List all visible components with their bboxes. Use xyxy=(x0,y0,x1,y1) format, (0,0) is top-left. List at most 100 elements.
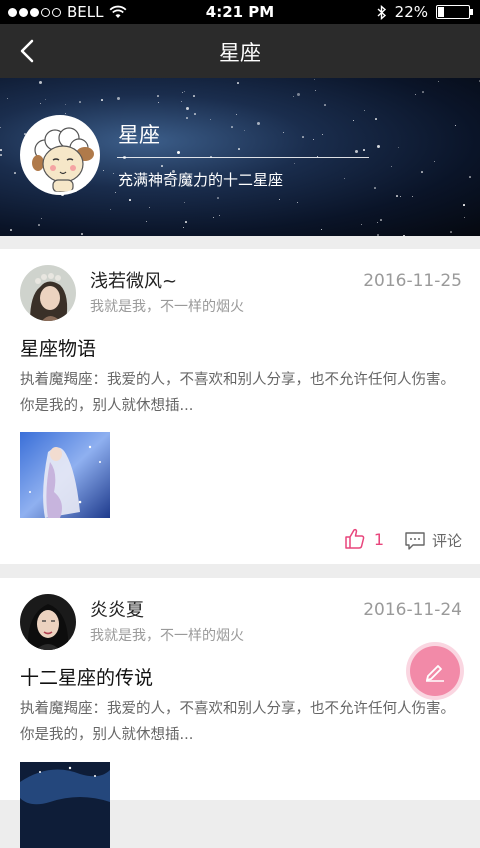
star xyxy=(193,95,195,97)
star xyxy=(184,91,185,92)
star xyxy=(103,170,104,171)
author-name[interactable]: 炎炎夏 xyxy=(90,596,144,622)
post-title[interactable]: 十二星座的传说 xyxy=(20,663,153,690)
post-date: 2016-11-25 xyxy=(363,271,462,291)
star xyxy=(297,93,300,96)
author-avatar[interactable] xyxy=(20,594,76,650)
star xyxy=(421,171,423,173)
star xyxy=(415,94,416,95)
star xyxy=(185,221,187,223)
star xyxy=(438,81,439,82)
portrait-woman-flower-icon xyxy=(20,265,76,321)
star xyxy=(314,79,315,80)
post-thumbnail[interactable] xyxy=(20,762,110,848)
star xyxy=(79,101,81,103)
star xyxy=(186,117,188,119)
zodiac-girl-image xyxy=(20,432,110,518)
star xyxy=(157,95,159,97)
banner-divider xyxy=(117,157,369,158)
zodiac-night-image xyxy=(20,762,110,848)
star xyxy=(361,224,362,225)
author-name[interactable]: 浅若微风~ xyxy=(90,267,177,293)
star xyxy=(374,187,376,189)
star xyxy=(324,104,326,106)
post-thumbnail[interactable] xyxy=(20,432,110,518)
star xyxy=(184,202,185,203)
star xyxy=(40,103,41,104)
star xyxy=(65,104,66,105)
post-excerpt: 执着魔羯座：我爱的人，不喜欢和别人分享，也不允许任何人伤害。你是我的，别人就休想… xyxy=(20,701,455,743)
star xyxy=(293,96,294,97)
star xyxy=(377,222,378,223)
bluetooth-icon xyxy=(377,4,386,20)
compose-post-button[interactable] xyxy=(410,646,460,696)
star xyxy=(398,147,399,148)
star xyxy=(38,224,40,226)
star xyxy=(177,151,180,154)
post-title[interactable]: 星座物语 xyxy=(20,334,96,361)
battery-percent: 22% xyxy=(394,3,428,21)
battery-icon xyxy=(436,5,473,19)
post-excerpt: 执着魔羯座：我爱的人，不喜欢和别人分享，也不允许任何人伤害。你是我的，别人就休想… xyxy=(20,372,455,414)
star xyxy=(375,118,377,120)
star xyxy=(322,134,323,135)
like-count: 1 xyxy=(373,529,384,549)
star xyxy=(186,107,189,110)
star xyxy=(45,99,46,100)
star xyxy=(434,161,435,162)
status-bar: BELL 4:21 PM 22% xyxy=(0,0,480,24)
star xyxy=(380,219,382,221)
star xyxy=(313,139,314,140)
star xyxy=(237,82,239,84)
star xyxy=(353,120,354,121)
star xyxy=(129,199,131,201)
star xyxy=(81,233,83,235)
star xyxy=(14,172,16,174)
star xyxy=(403,235,405,236)
star xyxy=(41,218,42,219)
author-signature: 我就是我，不一样的烟火 xyxy=(90,299,244,315)
author-signature: 我就是我，不一样的烟火 xyxy=(90,628,244,644)
star xyxy=(279,199,280,200)
nav-bar: 星座 xyxy=(0,24,480,78)
edit-pencil-icon xyxy=(426,665,444,682)
post-card[interactable]: 浅若微风~ 我就是我，不一样的烟火 2016-11-25 星座物语 执着魔羯座：… xyxy=(0,249,480,564)
star xyxy=(469,176,471,178)
post-card[interactable]: 炎炎夏 我就是我，不一样的烟火 2016-11-24 十二星座的传说 执着魔羯座… xyxy=(0,578,480,848)
thumbs-up-icon xyxy=(345,528,365,549)
star xyxy=(344,178,345,179)
star xyxy=(161,165,163,167)
page-title: 星座 xyxy=(219,41,261,65)
author-avatar[interactable] xyxy=(20,265,76,321)
star xyxy=(231,126,233,128)
star xyxy=(158,102,159,103)
like-button[interactable]: 1 xyxy=(344,528,384,550)
star xyxy=(219,215,220,216)
star xyxy=(0,127,1,128)
star xyxy=(464,217,465,218)
star xyxy=(400,196,401,197)
star xyxy=(110,209,111,210)
star xyxy=(355,150,358,153)
star xyxy=(117,97,120,100)
comment-button[interactable]: 评论 xyxy=(404,530,462,551)
star xyxy=(422,91,424,93)
star xyxy=(149,207,150,208)
star xyxy=(183,227,184,228)
category-avatar xyxy=(20,115,100,195)
star xyxy=(396,195,398,197)
star xyxy=(10,229,12,231)
star xyxy=(238,148,240,150)
comment-label: 评论 xyxy=(431,532,462,550)
star xyxy=(7,98,8,99)
star xyxy=(294,163,295,164)
star xyxy=(321,229,322,230)
star xyxy=(283,132,284,133)
star xyxy=(0,154,2,156)
star xyxy=(194,113,196,115)
star xyxy=(101,99,103,101)
star xyxy=(39,81,42,84)
star xyxy=(146,221,147,222)
star xyxy=(182,92,183,93)
category-name: 星座 xyxy=(118,123,160,147)
